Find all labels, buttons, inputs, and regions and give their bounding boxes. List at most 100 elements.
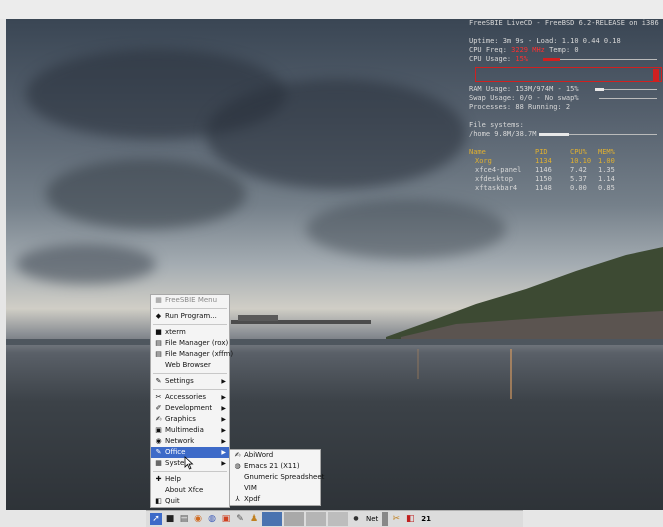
menu-item-about-xfce[interactable]: About Xfce	[151, 485, 229, 496]
net-label: Net	[366, 515, 379, 523]
file-manager-launcher-icon[interactable]: ▤	[178, 513, 190, 525]
quit-icon[interactable]: ◧	[404, 513, 416, 525]
tools-icon[interactable]: ✂	[390, 513, 402, 525]
process-mem: 1.14	[598, 175, 615, 183]
process-cpu: 10.10	[570, 157, 592, 165]
submenu-item-label: Emacs 21 (X11)	[244, 462, 300, 470]
settings-icon: ✎	[155, 377, 162, 385]
cpu-usage-bar	[543, 58, 561, 61]
col-name: Name	[469, 148, 486, 156]
clock[interactable]: 21	[418, 512, 434, 526]
graphics-icon: ✍	[155, 415, 162, 423]
user-launcher-icon[interactable]: ♟	[248, 513, 260, 525]
menu-item-label: File Manager (xffm)	[165, 350, 234, 358]
fs-root-text: /home 9.8M/38.7M	[469, 130, 537, 138]
workspace-2[interactable]	[284, 512, 304, 526]
menu-separator	[153, 389, 227, 390]
workspace-3[interactable]	[306, 512, 326, 526]
terminal-launcher-icon[interactable]: ■	[164, 513, 176, 525]
development-icon: ✐	[155, 404, 162, 412]
cpu-usage-value: 15%	[515, 55, 529, 63]
process-row: Xorg 1134 10.10 1.00	[469, 157, 663, 166]
abiword-icon: ✍	[234, 451, 241, 459]
fs-root-row: /home 9.8M/38.7M	[469, 130, 663, 139]
host-label: FreeSBIE LiveCD	[469, 19, 533, 27]
menu-logo-icon: ▦	[155, 296, 162, 304]
col-mem: MEM%	[598, 148, 615, 156]
ram-row: RAM Usage: 153M/974M - 15%	[469, 85, 663, 94]
net-monitor[interactable]: Net	[364, 512, 380, 526]
cpu-graph	[475, 67, 662, 82]
menu-item-xterm[interactable]: ■ xterm	[151, 327, 229, 338]
file-icon: ▤	[155, 339, 162, 347]
menu-item-development[interactable]: ✐ Development ▶	[151, 403, 229, 414]
submenu-item-gnumeric-spreadsheet[interactable]: Gnumeric Spreadsheet	[230, 472, 324, 483]
fs-title: File systems:	[469, 121, 524, 129]
process-name: xfce4-panel	[475, 166, 522, 174]
mouse-pointer-icon	[184, 456, 194, 470]
menu-item-label: Network	[165, 437, 195, 445]
submenu-item-abiword[interactable]: ✍ AbiWord	[230, 450, 320, 461]
menu-item-run-program[interactable]: ◆ Run Program...	[151, 311, 229, 322]
menu-title: ▦ FreeSBIE Menu	[151, 295, 229, 306]
process-table-header: Name PID CPU% MEM%	[469, 148, 663, 157]
menu-item-label: Quit	[165, 497, 180, 505]
process-cpu: 0.00	[570, 184, 587, 192]
menu-item-label: Help	[165, 475, 181, 483]
workspace-1[interactable]	[262, 512, 282, 526]
menu-separator	[153, 373, 227, 374]
office-launcher-icon[interactable]: ▣	[220, 513, 232, 525]
menu-item-accessories[interactable]: ✂ Accessories ▶	[151, 392, 229, 403]
menu-item-file-manager-xffm[interactable]: ▤ File Manager (xffm)	[151, 349, 233, 360]
emacs-icon: ◍	[234, 462, 241, 470]
menu-button-icon[interactable]: ➚	[150, 513, 162, 525]
settings-launcher-icon[interactable]: ✎	[234, 513, 246, 525]
menu-item-multimedia[interactable]: ▣ Multimedia ▶	[151, 425, 229, 436]
processes-text: Processes: 88 Running: 2	[469, 103, 571, 111]
process-name: Xorg	[475, 157, 492, 165]
multimedia-icon: ▣	[155, 426, 162, 434]
run-icon: ◆	[155, 312, 162, 320]
menu-separator	[153, 471, 227, 472]
col-pid: PID	[535, 148, 548, 156]
fs-title-row: File systems:	[469, 121, 663, 130]
process-pid: 1134	[535, 157, 552, 165]
submenu-item-emacs-21-x11[interactable]: ◍ Emacs 21 (X11)	[230, 461, 320, 472]
menu-item-network[interactable]: ◉ Network ▶	[151, 436, 229, 447]
process-pid: 1150	[535, 175, 552, 183]
menu-item-label: Run Program...	[165, 312, 217, 320]
menu-item-web-browser[interactable]: Web Browser	[151, 360, 229, 371]
workspace-4[interactable]	[328, 512, 348, 526]
browser-launcher-icon[interactable]: ◉	[192, 513, 204, 525]
menu-item-label: About Xfce	[165, 486, 204, 494]
chevron-right-icon: ▶	[221, 394, 226, 401]
process-row: xfdesktop 1150 5.37 1.14	[469, 175, 663, 184]
menu-item-label: xterm	[165, 328, 186, 336]
cpu-freq-value: 3229 MHz	[511, 46, 545, 54]
chevron-right-icon: ▶	[221, 378, 226, 385]
quit-icon: ◧	[155, 497, 162, 505]
menu-item-graphics[interactable]: ✍ Graphics ▶	[151, 414, 229, 425]
processes-row: Processes: 88 Running: 2	[469, 103, 663, 112]
menu-item-settings[interactable]: ✎ Settings ▶	[151, 376, 229, 387]
ram-track	[595, 89, 657, 90]
submenu-item-label: Xpdf	[244, 495, 261, 503]
submenu-item-label: VIM	[244, 484, 257, 492]
chevron-right-icon: ▶	[221, 438, 226, 445]
ram-text: RAM Usage: 153M/974M - 15%	[469, 85, 579, 93]
cpu-usage-label: CPU Usage:	[469, 55, 512, 63]
chevron-right-icon: ▶	[221, 460, 226, 467]
file-icon: ▤	[155, 350, 162, 358]
emacs-launcher-icon[interactable]: ◍	[206, 513, 218, 525]
process-mem: 1.00	[598, 157, 615, 165]
temp-text: Temp: 0	[549, 46, 579, 54]
office-icon: ✎	[155, 448, 162, 456]
network-dot-icon: ●	[353, 515, 359, 522]
submenu-item-xpdf[interactable]: ⅄ Xpdf	[230, 494, 320, 505]
accessories-icon: ✂	[155, 393, 162, 401]
cpu-graph-spike	[653, 69, 659, 81]
menu-item-file-manager-rox[interactable]: ▤ File Manager (rox)	[151, 338, 229, 349]
submenu-item-vim[interactable]: VIM	[230, 483, 320, 494]
menu-item-quit[interactable]: ◧ Quit	[151, 496, 229, 507]
menu-item-help[interactable]: ✚ Help	[151, 474, 229, 485]
